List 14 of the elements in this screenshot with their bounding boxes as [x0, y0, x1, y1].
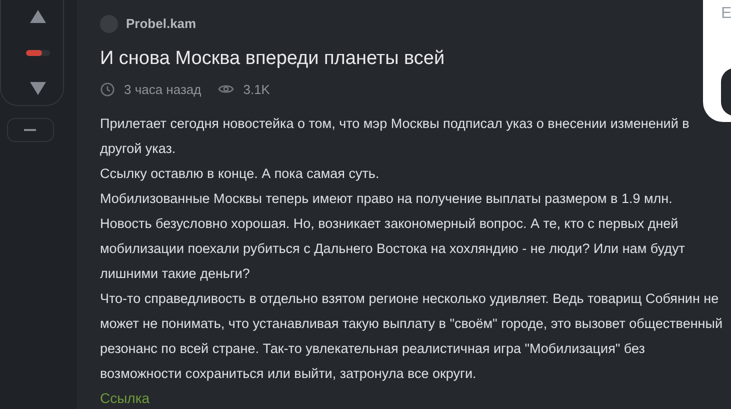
- eye-icon: [218, 83, 234, 96]
- post-paragraph: Ссылку оставлю в конце. А пока самая суть.: [100, 165, 380, 183]
- post-time: 3 часа назад: [124, 80, 202, 99]
- source-link[interactable]: Ссылка: [100, 390, 150, 406]
- view-count: 3.1K: [243, 80, 270, 98]
- author-name[interactable]: Probel.kam: [126, 14, 196, 34]
- popup-text: E: [721, 5, 731, 22]
- downvote-icon[interactable]: [30, 82, 46, 95]
- post-paragraph: Что-то справедливость в отдельно взятом регионе несколько удивляет. Ведь товарищ Собянин не может не понимать, что устанавливая такую выплату в "своём" городе, это вызовет общественный резонанс по всей стране. Так-то увлекательная реалистичная игра "Мобилизация" без возможности сохраниться или выйти, затронула все округи.: [100, 290, 724, 383]
- upvote-icon[interactable]: [30, 10, 46, 23]
- post-paragraph: Прилетает сегодня новостейка о том, что мэр Москвы подписал указ о внесении изменений в другой указ.: [100, 115, 690, 158]
- collapse-button[interactable]: [6, 118, 54, 142]
- post-paragraph: Мобилизованные Москвы теперь имеют право на получение выплаты размером в 1.9 млн. Новость безусловно хорошая. Но, возникает закономерный вопрос. А те, кто с первых дней мобилизации поехали рубиться с Дальнего Востока на хохляндию - не люди? Или нам будут лишними такие деньги?: [100, 190, 686, 283]
- clock-icon: [100, 82, 115, 97]
